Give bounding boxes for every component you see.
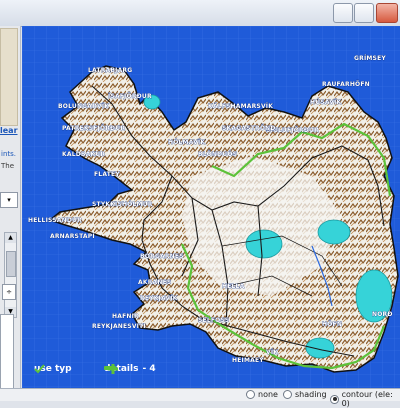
details-control: details - 4 [104, 364, 156, 374]
place-label: PATREKSFJÖRÐUR [62, 125, 125, 132]
radio-dot [283, 390, 292, 399]
list-scrollbar[interactable]: ▲ ▼ [4, 232, 17, 318]
radio-shading[interactable]: shading [283, 390, 327, 399]
map-legend-bar: use typ details - 4 [22, 360, 400, 382]
place-label: SELFOSS [198, 317, 229, 324]
radio-label-none: none [258, 390, 278, 399]
place-label: HÖFN [322, 321, 342, 328]
minimize-button[interactable] [333, 3, 353, 23]
place-label: RAUFARHÖFN [322, 81, 370, 88]
maximize-button[interactable] [354, 3, 374, 23]
radio-label-contour: contour (ele: 0) [341, 390, 393, 408]
place-label: BORGARNES [140, 253, 184, 260]
place-label: ARNARSTAPI [50, 233, 95, 240]
place-label: SKAGASTRÖND [222, 125, 276, 132]
place-label: BLÖNDUÓS [198, 151, 237, 158]
place-label: REYKJAVÍK [140, 294, 178, 302]
place-label: REYKJANESVITI [92, 323, 146, 330]
left-panel: lear ints. The ▾ ▲ ▼ ÷ [0, 26, 21, 388]
radio-contour[interactable]: contour (ele: 0) [330, 390, 400, 408]
map-dropdown[interactable]: ▾ [0, 192, 18, 208]
radio-none[interactable]: none [246, 390, 278, 399]
use-typ-toggle[interactable]: use typ [34, 364, 72, 374]
radio-label-shading: shading [295, 390, 327, 399]
plus-icon[interactable] [108, 364, 118, 374]
place-label: HÚSAVÍK [310, 98, 342, 106]
radio-dot [246, 390, 255, 399]
place-label: FLATEY [94, 171, 120, 178]
clear-link[interactable]: lear [0, 126, 18, 135]
panel-text-line1: ints. [1, 150, 16, 158]
place-label: BOLUNGARVÍK [58, 102, 109, 110]
close-button[interactable] [376, 3, 398, 23]
checkmark-icon [34, 364, 45, 374]
place-label: KALDBAKUR [62, 151, 105, 158]
place-label: HAFNIR [112, 313, 139, 320]
display-mode-bar: none shading contour (ele: 0) [0, 388, 400, 408]
glacier-myrdalsjokull [305, 337, 335, 359]
place-label: HELLA [222, 283, 245, 290]
thumbnail-preview [0, 28, 18, 126]
radio-dot-selected [330, 394, 339, 404]
place-label: VÍK [266, 348, 278, 356]
place-label: ÍSAFJÖRÐUR [108, 92, 152, 100]
glacier-langjokull [245, 229, 283, 259]
map-view[interactable]: LATRABJARG ÍSAFJÖRÐUR PATREKSFJÖRÐUR BOL… [22, 26, 400, 388]
place-label: GRÍMSEY [354, 54, 386, 62]
panel-text-line2: The [1, 162, 15, 170]
place-label: LATRABJARG [88, 67, 132, 74]
place-label: KÁLFSHAMARSVÍK [208, 102, 273, 110]
spinner-control[interactable]: ÷ [2, 284, 16, 300]
place-label: STYKKISHÓLMUR [92, 201, 153, 208]
scroll-up-button[interactable]: ▲ [5, 233, 16, 243]
place-label: HÓLMAVÍK [168, 138, 205, 146]
glacier-hofsjokull [317, 219, 351, 245]
chevron-down-icon: ▾ [7, 196, 11, 204]
scrollbar-thumb[interactable] [6, 251, 16, 277]
place-label: NORÐ [372, 311, 393, 318]
window-titlebar [0, 0, 400, 27]
place-label: HELLISSANDUR [28, 217, 82, 224]
iceland-map: LATRABJARG ÍSAFJÖRÐUR PATREKSFJÖRÐUR BOL… [22, 26, 400, 388]
place-label: AKRANES [138, 279, 171, 286]
info-panel [0, 314, 14, 388]
spinner-icon: ÷ [6, 288, 12, 296]
details-value: - 4 [142, 364, 156, 374]
